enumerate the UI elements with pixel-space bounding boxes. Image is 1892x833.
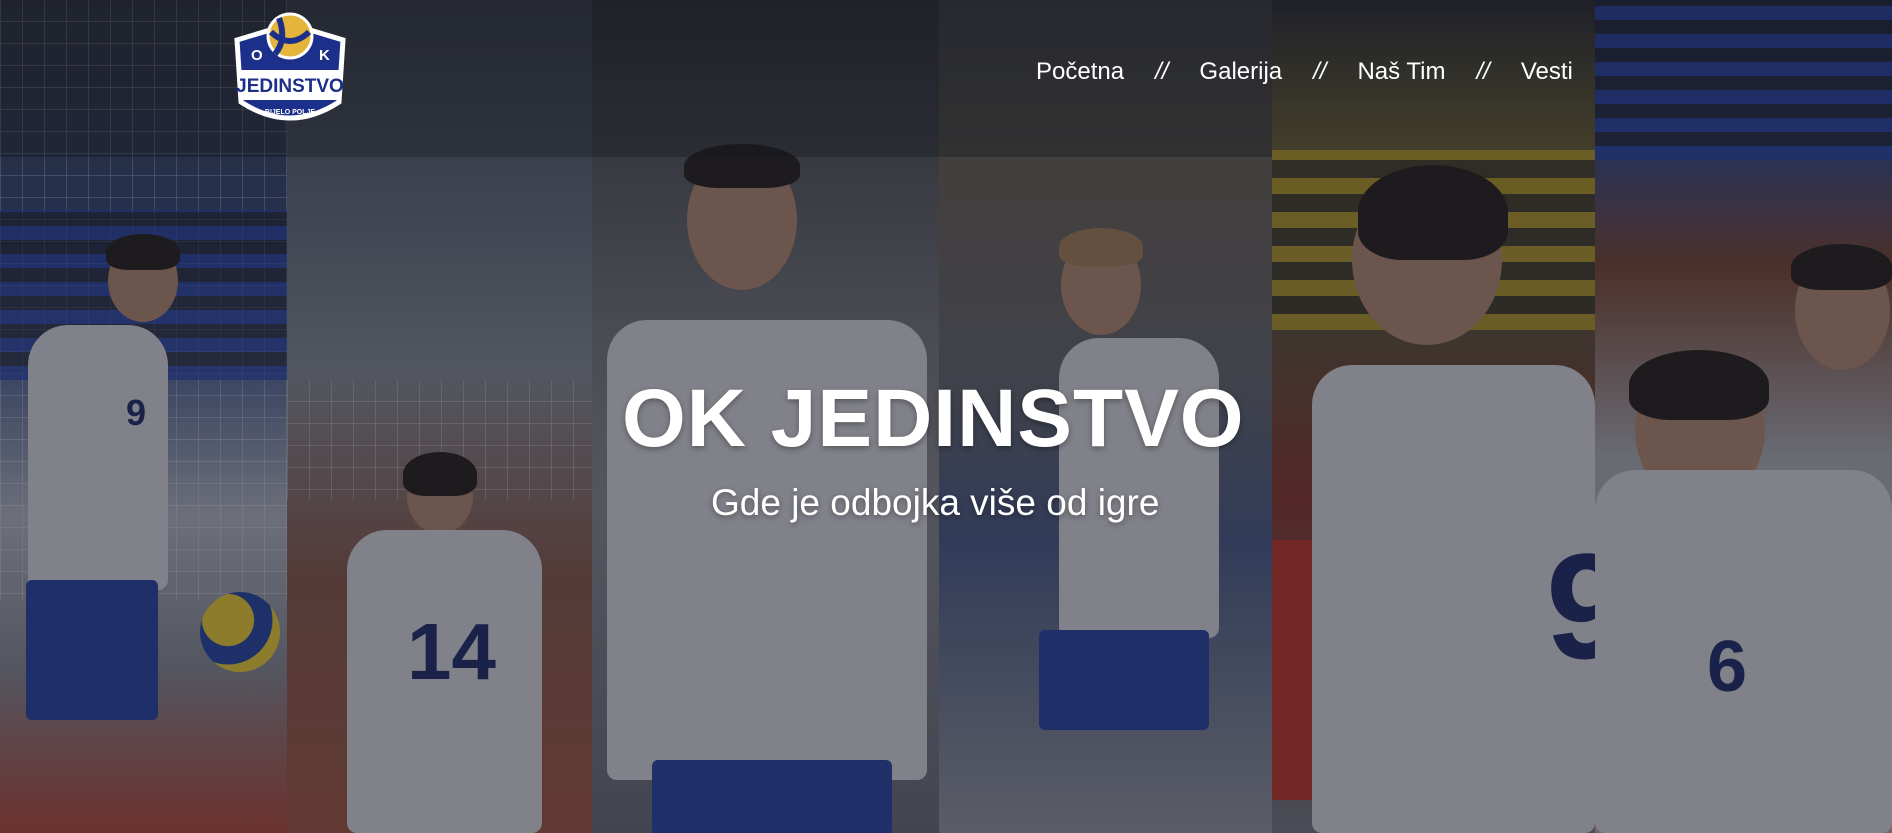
club-logo[interactable]: O K JEDINSTVO BIJELO POLJE (229, 10, 351, 138)
club-crest-icon: O K JEDINSTVO BIJELO POLJE (234, 12, 346, 121)
svg-text:O: O (251, 47, 263, 64)
nav-separator: // (1155, 58, 1169, 85)
main-nav: Početna // Galerija // Naš Tim // Vesti (1036, 58, 1573, 86)
nav-item-pocetna[interactable]: Početna (1036, 58, 1124, 86)
svg-text:K: K (319, 47, 330, 64)
hero-title: OK JEDINSTVO (622, 373, 1245, 464)
nav-separator: // (1476, 58, 1490, 85)
nav-item-galerija[interactable]: Galerija (1199, 58, 1282, 86)
nav-item-vesti[interactable]: Vesti (1521, 58, 1573, 86)
hero-section: 9 14 9 6 O K JEDINSTVO BIJELO POLJE Poče… (0, 0, 1892, 833)
nav-item-nas-tim[interactable]: Naš Tim (1357, 58, 1445, 86)
svg-text:BIJELO POLJE: BIJELO POLJE (265, 109, 316, 116)
hero-subtitle: Gde je odbojka više od igre (711, 482, 1160, 523)
svg-text:JEDINSTVO: JEDINSTVO (236, 76, 344, 97)
nav-separator: // (1313, 58, 1327, 85)
